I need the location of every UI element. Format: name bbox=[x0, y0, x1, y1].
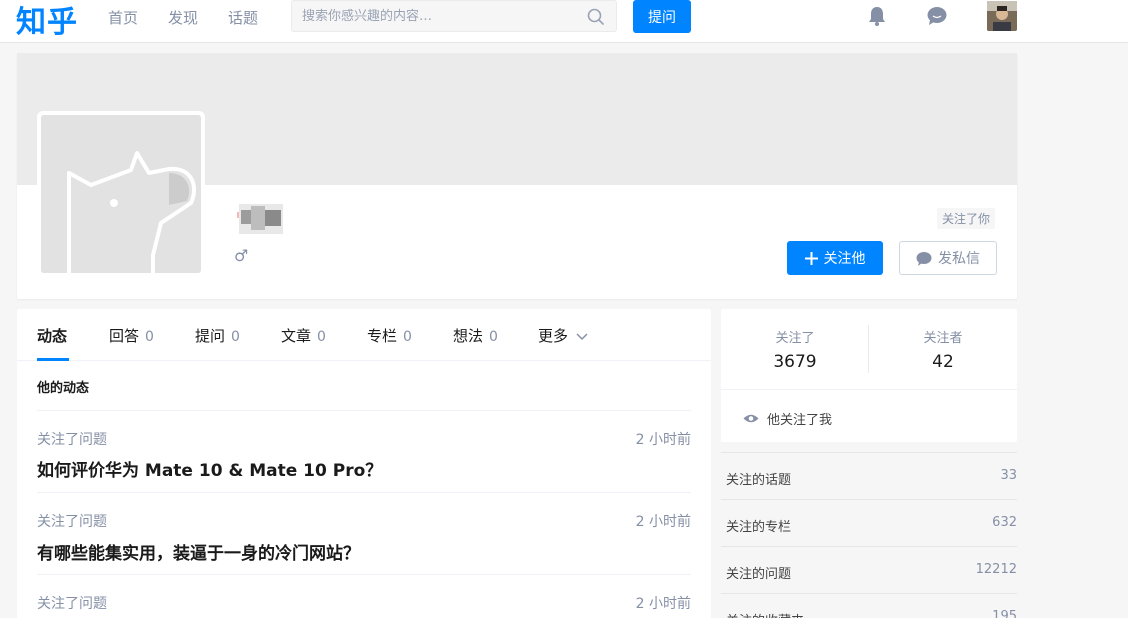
tab-thoughts[interactable]: 想法 0 bbox=[453, 325, 498, 346]
profile-header-card: ♂ 关注了你 关注他 发私信 bbox=[17, 53, 1017, 299]
feed-item-title[interactable]: 有哪些能集实用，装逼于一身的冷门网站？ bbox=[37, 539, 360, 564]
profile-tabs: 动态 回答 0 提问 0 文章 0 专栏 0 想法 0 更多 bbox=[17, 309, 711, 361]
user-avatar[interactable] bbox=[987, 1, 1017, 31]
tab-more[interactable]: 更多 bbox=[538, 325, 588, 346]
chevron-down-icon bbox=[576, 333, 588, 341]
feed-item-action: 关注了问题 bbox=[37, 432, 107, 448]
divider bbox=[37, 492, 691, 493]
chat-bubble-icon bbox=[916, 251, 932, 266]
messages-icon[interactable] bbox=[926, 5, 948, 31]
follow-button[interactable]: 关注他 bbox=[787, 241, 883, 275]
tab-activity[interactable]: 动态 bbox=[37, 325, 67, 346]
list-item[interactable]: 关注的话题 33 bbox=[721, 452, 1017, 499]
private-message-button[interactable]: 发私信 bbox=[899, 241, 997, 275]
nav-topics[interactable]: 话题 bbox=[228, 7, 258, 28]
divider bbox=[721, 389, 1017, 390]
search-icon[interactable] bbox=[587, 8, 605, 30]
feed-item-time: 2 小时前 bbox=[635, 514, 691, 530]
tab-questions[interactable]: 提问 0 bbox=[195, 325, 240, 346]
feed-item-time: 2 小时前 bbox=[635, 432, 691, 448]
feed-item-title[interactable]: 如何评价华为 Mate 10 & Mate 10 Pro？ bbox=[37, 456, 382, 481]
feed-item-action: 关注了问题 bbox=[37, 514, 107, 530]
he-follows-me: 他关注了我 bbox=[743, 409, 832, 428]
tab-answers[interactable]: 回答 0 bbox=[109, 325, 154, 346]
feed-item-time: 2 小时前 bbox=[635, 596, 691, 612]
default-avatar-dog-icon bbox=[41, 115, 201, 273]
profile-avatar[interactable] bbox=[37, 111, 205, 277]
list-item[interactable]: 关注的专栏 632 bbox=[721, 499, 1017, 546]
activity-section-title: 他的动态 bbox=[37, 381, 90, 396]
search-box bbox=[291, 0, 617, 32]
nav-explore[interactable]: 发现 bbox=[168, 7, 198, 28]
ask-question-button[interactable]: 提问 bbox=[633, 0, 691, 33]
feed-item-action: 关注了问题 bbox=[37, 596, 107, 612]
following-list: 关注的话题 33 关注的专栏 632 关注的问题 12212 关注的收藏夹 19… bbox=[721, 452, 1017, 618]
top-navbar: 知乎 首页 发现 话题 提问 bbox=[0, 0, 1128, 43]
private-message-label: 发私信 bbox=[938, 251, 980, 267]
male-gender-icon: ♂ bbox=[234, 246, 249, 265]
eye-icon bbox=[743, 414, 759, 423]
tab-articles[interactable]: 文章 0 bbox=[281, 325, 326, 346]
user-name-blurred bbox=[235, 196, 287, 240]
nav-home[interactable]: 首页 bbox=[108, 7, 138, 28]
active-tab-indicator bbox=[37, 358, 69, 361]
divider bbox=[37, 410, 691, 411]
list-item[interactable]: 关注的问题 12212 bbox=[721, 546, 1017, 593]
follow-button-label: 关注他 bbox=[823, 251, 866, 267]
search-input[interactable] bbox=[292, 1, 572, 31]
follows-you-badge: 关注了你 bbox=[937, 208, 996, 229]
divider bbox=[37, 574, 691, 575]
plus-icon bbox=[804, 251, 818, 265]
profile-main-column: 动态 回答 0 提问 0 文章 0 专栏 0 想法 0 更多 他的动态 关注了问题 2 小… bbox=[17, 309, 711, 618]
zhihu-logo[interactable]: 知乎 bbox=[16, 0, 78, 41]
tab-columns[interactable]: 专栏 0 bbox=[367, 325, 412, 346]
follow-stats-card: 关注了 3679 关注者 42 他关注了我 bbox=[721, 309, 1017, 442]
following-count[interactable]: 关注了 3679 bbox=[721, 327, 869, 372]
followers-count[interactable]: 关注者 42 bbox=[869, 327, 1017, 372]
notification-bell-icon[interactable] bbox=[866, 5, 888, 31]
list-item[interactable]: 关注的收藏夹 195 bbox=[721, 593, 1017, 618]
